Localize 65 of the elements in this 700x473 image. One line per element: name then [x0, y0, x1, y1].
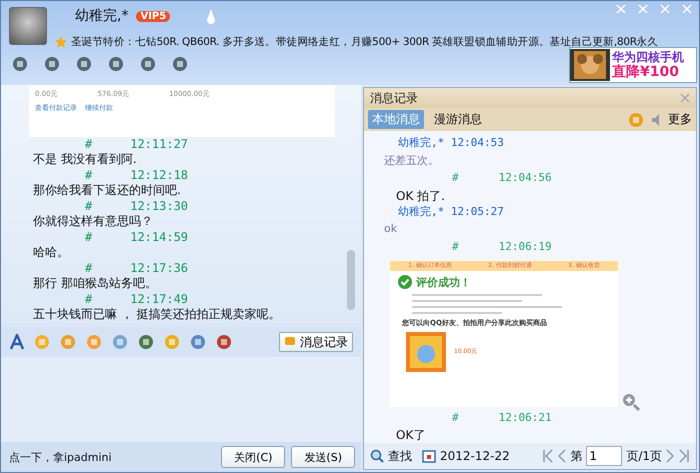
message-text: ok	[384, 222, 398, 237]
message-time: 12:12:18	[130, 168, 188, 182]
message-time: 12:17:36	[130, 261, 188, 275]
success-title: 评价成功！	[416, 274, 471, 290]
message-time: 12:06:19	[498, 240, 552, 256]
message-text: OK 拍了.	[395, 188, 446, 204]
page-field[interactable]: 1	[586, 446, 622, 466]
last-page-icon[interactable]	[678, 449, 690, 463]
chat-bubble-icon	[284, 336, 296, 348]
first-page-icon[interactable]	[542, 449, 554, 463]
ad-title: 华为四核手机	[612, 50, 684, 64]
message-time: 12:13:30	[130, 199, 188, 213]
message-time: 12:04:56	[498, 171, 552, 186]
signature-text: 圣诞节特价：七钻50R. QB60R. 多开多送。带徒网络走红，月赚500+ 300R 英雄联盟锁血辅助开源。基址自己更新,80R永久	[71, 35, 658, 49]
sender-mark: #	[452, 171, 459, 186]
message-time: 12:06:21	[498, 410, 552, 426]
vip-badge: VIP5	[136, 10, 170, 22]
page-label: 第	[570, 448, 582, 464]
checkmark-icon	[398, 275, 412, 290]
panel-title: 消息记录	[370, 90, 418, 106]
contact-name: 幼稚完,*	[75, 7, 128, 25]
message-text: 不是 我没有看到阿.	[32, 151, 138, 168]
previous-page-icon[interactable]	[558, 449, 566, 463]
message-text: OK了	[395, 427, 426, 443]
message-text: 五十块钱而已嘛 ， 挺搞笑还拍拍正规卖家呢。	[32, 306, 282, 323]
message-input[interactable]	[1, 357, 361, 442]
sender-mark: #	[85, 137, 92, 151]
zoom-icon[interactable]	[622, 393, 640, 411]
message-text: 还差五次。	[384, 153, 440, 170]
ad-price: 直降¥100	[612, 65, 680, 80]
font-icon[interactable]	[9, 334, 25, 350]
page-total: 页/1页	[626, 448, 662, 464]
scrollbar-thumb[interactable]	[347, 250, 355, 310]
raindrop-icon	[206, 9, 216, 25]
sender-mark: #	[85, 199, 92, 213]
star-icon	[55, 36, 67, 48]
message-header: 幼稚完,* 12:04:53	[397, 135, 505, 151]
phone-ad[interactable]: 华为四核手机 直降¥100	[569, 47, 697, 83]
avatar[interactable]	[9, 7, 47, 45]
sender-mark: #	[452, 240, 459, 256]
close-button[interactable]: 关闭(C)	[221, 446, 286, 468]
message-text: 你就得这样有意思吗？	[32, 213, 154, 230]
ad-link[interactable]: 点一下，拿ipadmini	[9, 450, 112, 464]
send-button[interactable]: 发送(S)	[291, 446, 355, 468]
message-text: 那行 那咱猴岛站务吧。	[32, 275, 158, 292]
sender-mark: #	[85, 230, 92, 244]
history-button[interactable]: 消息记录	[279, 332, 353, 352]
next-page-icon[interactable]	[666, 449, 674, 463]
message-text: 哈哈。	[32, 244, 70, 261]
message-time: 12:14:59	[130, 230, 188, 244]
sender-mark: #	[85, 168, 92, 182]
search-icon[interactable]	[370, 449, 384, 463]
message-time: 12:17:49	[130, 292, 188, 306]
sender-mark: #	[452, 410, 459, 426]
calendar-icon[interactable]	[422, 449, 436, 463]
message-header: 幼稚完,* 12:05:27	[397, 204, 505, 220]
more-button[interactable]: 更多	[651, 111, 692, 128]
message-time: 12:11:27	[130, 137, 188, 151]
message-text: 那你给我看下返还的时间吧.	[32, 182, 182, 199]
search-link[interactable]: 查找	[388, 448, 412, 464]
date-text[interactable]: 2012-12-22	[440, 449, 510, 463]
sender-mark: #	[85, 261, 92, 275]
history-tab[interactable]: 漫游消息	[430, 110, 486, 129]
close-icon[interactable]	[680, 93, 690, 103]
sender-mark: #	[85, 292, 92, 306]
